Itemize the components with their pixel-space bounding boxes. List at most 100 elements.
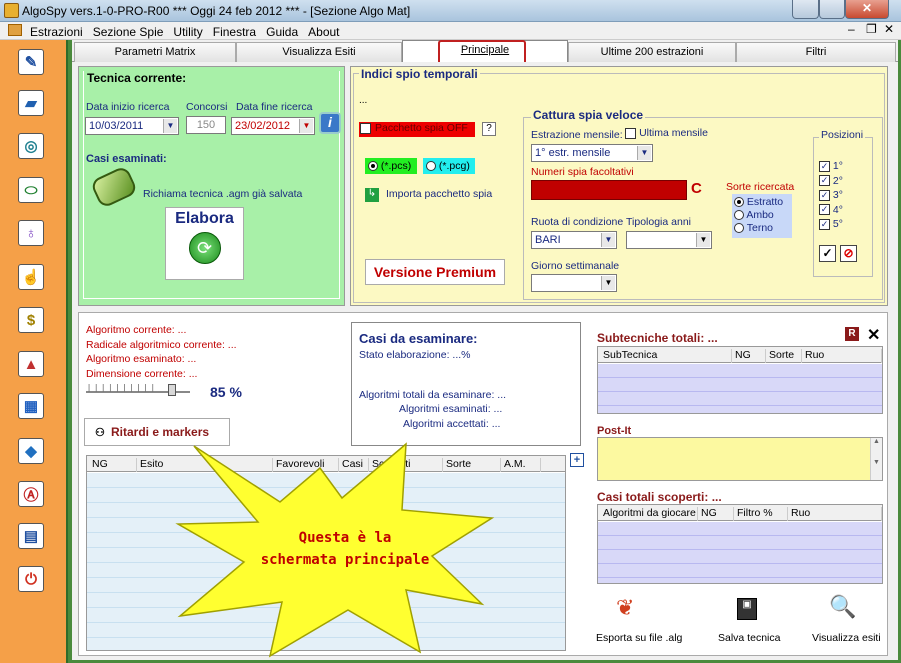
menu-about[interactable]: About <box>303 22 344 39</box>
importa-label[interactable]: Importa pacchetto spia <box>386 188 492 200</box>
estrazione-select[interactable]: 1° estr. mensile ▼ <box>531 144 653 162</box>
deselect-all-icon[interactable]: ⊘ <box>840 245 857 262</box>
menu-guida[interactable]: Guida <box>261 22 303 39</box>
letter-a-icon[interactable]: Ⓐ <box>18 481 44 507</box>
algoritmo-info: Algoritmo corrente: ... Radicale algorit… <box>86 323 237 381</box>
tab-parametri-matrix[interactable]: Parametri Matrix <box>74 42 236 62</box>
elabora-label: Elabora <box>175 210 234 227</box>
algoritmi-esaminati: Algoritmi esaminati: ... <box>399 403 503 415</box>
add-icon[interactable]: + <box>570 453 584 467</box>
tab-filtri[interactable]: Filtri <box>736 42 896 62</box>
tab-ultime-200-estrazioni[interactable]: Ultime 200 estrazioni <box>568 42 736 62</box>
select-all-check-icon[interactable]: ✓ <box>819 245 836 262</box>
casi-esaminati-label: Casi esaminati: <box>86 153 167 165</box>
slider-thumb[interactable] <box>168 384 176 396</box>
butterfly-icon[interactable]: ❦ <box>616 595 634 621</box>
posizione-3-checkbox[interactable]: ✓ 3° <box>819 188 843 203</box>
power-icon[interactable]: ⏻ <box>18 566 44 592</box>
menu-utility[interactable]: Utility <box>168 22 207 39</box>
eraser-icon[interactable]: ▰ <box>18 90 44 116</box>
postit-scrollbar[interactable]: ▲ ▼ <box>870 438 882 480</box>
compass-icon[interactable]: ◎ <box>18 133 44 159</box>
minimize-button[interactable] <box>792 0 819 19</box>
subtecniche-grid[interactable]: SubTecnica NG Sorte Ruo <box>597 346 883 414</box>
posizioni-label: Posizioni <box>819 129 866 141</box>
maximize-button[interactable] <box>819 0 845 19</box>
save-disk-icon[interactable]: ▣ <box>737 598 757 620</box>
visualizza-label[interactable]: Visualizza esiti <box>812 632 881 644</box>
indici-dots: ... <box>359 95 368 106</box>
pcs-radio[interactable]: (*.pcs) <box>365 158 417 174</box>
ruota-select[interactable]: BARI ▼ <box>531 231 617 249</box>
tipologia-label: Tipologia anni <box>626 216 691 228</box>
algoritmo-corrente: Algoritmo corrente: ... <box>86 324 187 336</box>
numeri-spia-input[interactable] <box>531 180 687 200</box>
tipologia-select[interactable]: ▼ <box>626 231 712 249</box>
casi-box: Casi da esaminare: Stato elaborazione: .… <box>351 322 581 446</box>
pcg-radio[interactable]: (*.pcg) <box>423 158 475 174</box>
tab-visualizza-esiti[interactable]: Visualizza Esiti <box>236 42 402 62</box>
mdi-icon <box>8 24 22 36</box>
subtecniche-title: Subtecniche totali: ... <box>597 331 718 345</box>
data-inizio-select[interactable]: 10/03/2011 ▼ <box>85 117 179 135</box>
posizione-2-checkbox[interactable]: ✓ 2° <box>819 174 843 189</box>
close-button[interactable]: ✕ <box>845 0 889 19</box>
menu-sezione-spie[interactable]: Sezione Spie <box>88 22 169 39</box>
thumb-icon[interactable]: ☝ <box>18 264 44 290</box>
pacchetto-toggle[interactable]: Pacchetto spia OFF <box>359 122 475 137</box>
ultima-mensile-label: Ultima mensile <box>639 127 708 139</box>
diamond-icon[interactable]: ◆ <box>18 438 44 464</box>
posizione-1-checkbox[interactable]: ✓ 1° <box>819 159 843 174</box>
mdi-restore-button[interactable]: ❐ <box>866 22 877 36</box>
postit-textarea[interactable]: ▲ ▼ <box>597 437 883 481</box>
numeri-spia-label: Numeri spia facoltativi <box>531 166 634 178</box>
posizione-5-checkbox[interactable]: ✓ 5° <box>819 217 843 232</box>
bulb-icon[interactable]: ♁ <box>18 220 44 246</box>
algoritmi-accettati: Algoritmi accettati: ... <box>403 418 501 430</box>
refresh-icon: ⟳ <box>188 232 221 264</box>
giorno-select[interactable]: ▼ <box>531 274 617 292</box>
title-bar: AlgoSpy vers.1-0-PRO-R00 *** Oggi 24 feb… <box>0 0 901 22</box>
pyramid-icon[interactable]: ▲ <box>18 351 44 377</box>
algoritmo-esaminato: Algoritmo esaminato: ... <box>86 353 197 365</box>
ultima-mensile-checkbox[interactable]: Ultima mensile <box>625 127 708 139</box>
concorsi-input[interactable]: 150 <box>186 116 226 134</box>
cattura-title: Cattura spia veloce <box>531 108 646 122</box>
posizione-4-checkbox[interactable]: ✓ 4° <box>819 203 843 218</box>
import-arrow-icon[interactable]: ↳ <box>365 188 379 202</box>
casi-scoperti-title: Casi totali scoperti: ... <box>597 490 722 504</box>
x-button[interactable]: ✕ <box>867 325 880 345</box>
versione-premium-button[interactable]: Versione Premium <box>365 259 505 285</box>
mdi-close-button[interactable]: ✕ <box>884 22 894 36</box>
sorte-estratto[interactable]: Estratto <box>734 196 792 208</box>
menu-estrazioni[interactable]: Estrazioni <box>25 22 88 39</box>
help-button[interactable]: ? <box>482 122 496 136</box>
sorte-ambo[interactable]: Ambo <box>734 209 792 221</box>
c-marker: C <box>691 180 702 197</box>
estrazione-label: Estrazione mensile: <box>531 129 623 141</box>
magnifier-icon[interactable]: 🔍 <box>829 594 856 620</box>
salva-label[interactable]: Salva tecnica <box>718 632 780 644</box>
menu-finestra[interactable]: Finestra <box>208 22 261 39</box>
tecnica-corrente-panel: Tecnica corrente: Data inizio ricerca Co… <box>78 66 345 306</box>
bullet-icon[interactable]: ⬭ <box>18 177 44 203</box>
elabora-button[interactable]: Elabora ⟳ <box>165 207 244 280</box>
r-button[interactable]: R <box>845 327 859 341</box>
callout-text: Questa è la schermata principale <box>250 527 440 571</box>
calendar-icon[interactable]: ▦ <box>18 393 44 419</box>
data-fine-select[interactable]: 23/02/2012 ▼ <box>231 117 315 135</box>
callout-line2: schermata principale <box>260 552 430 568</box>
casi-scoperti-grid[interactable]: Algoritmi da giocare NG Filtro % Ruo <box>597 504 883 584</box>
percent-label: 85 % <box>210 384 242 400</box>
richiama-label[interactable]: Richiama tecnica .agm già salvata <box>143 188 302 200</box>
pencil-icon[interactable]: ✎ <box>18 49 44 75</box>
radicale-corrente: Radicale algoritmico corrente: ... <box>86 338 237 351</box>
sorte-label: Sorte ricercata <box>726 181 795 193</box>
dollar-icon[interactable]: $ <box>18 307 44 333</box>
info-icon[interactable]: i <box>319 112 341 134</box>
sorte-terno[interactable]: Terno <box>734 222 792 234</box>
mdi-minimize-button[interactable]: – <box>848 22 855 36</box>
book-icon[interactable]: ▤ <box>18 523 44 549</box>
dimensione-slider[interactable]: |||||||||| <box>86 381 192 397</box>
esporta-label[interactable]: Esporta su file .alg <box>596 632 682 644</box>
